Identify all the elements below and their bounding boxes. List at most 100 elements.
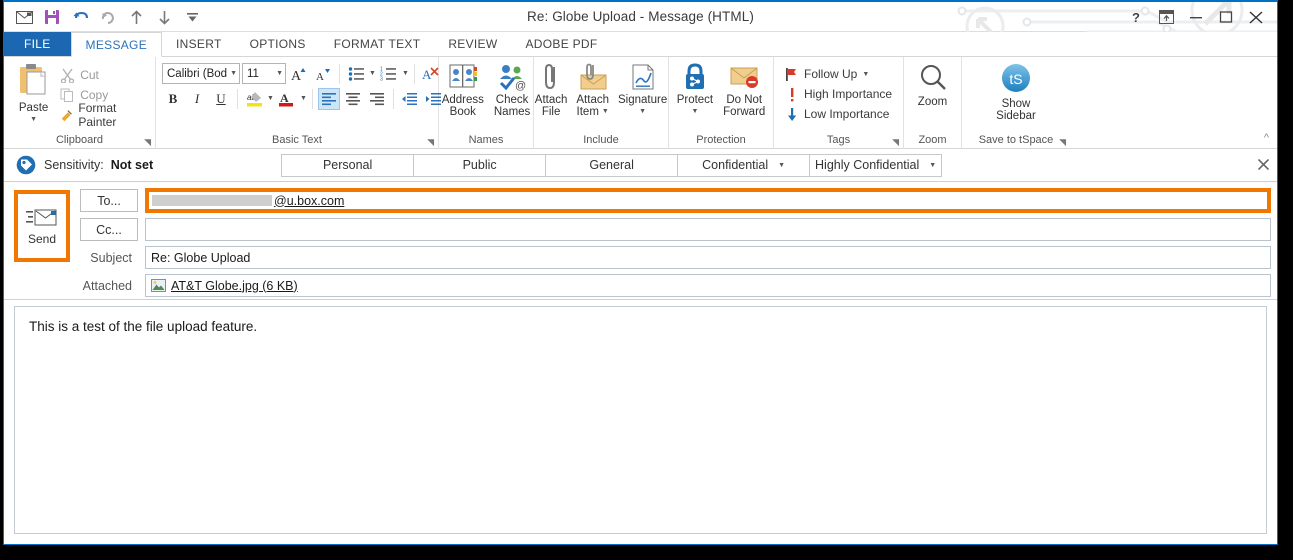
format-painter-icon bbox=[61, 109, 73, 121]
signature-caret-icon[interactable]: ▼ bbox=[639, 106, 646, 118]
align-right-button[interactable] bbox=[366, 88, 388, 110]
cut-button[interactable]: Cut bbox=[57, 65, 151, 85]
attach-item-caret-icon[interactable]: ▼ bbox=[602, 106, 609, 118]
shrink-font-button[interactable]: A bbox=[312, 63, 334, 85]
format-painter-button[interactable]: Format Painter bbox=[57, 101, 151, 129]
grow-font-button[interactable]: A bbox=[288, 63, 310, 85]
tspace-dialog-launcher-icon[interactable]: ◥ bbox=[1059, 137, 1066, 148]
subject-label: Subject bbox=[90, 250, 132, 265]
highlight-caret-icon[interactable]: ▼ bbox=[267, 95, 274, 102]
paste-button[interactable]: Paste ▼ bbox=[10, 61, 57, 126]
cc-input[interactable] bbox=[145, 218, 1271, 241]
ribbon-group-save-to-tspace: tS Show Sidebar Save to tSpace ◥ bbox=[962, 57, 1070, 149]
highly-confidential-caret-icon[interactable]: ▼ bbox=[929, 162, 936, 169]
font-color-button[interactable]: A bbox=[276, 88, 298, 110]
sensitivity-button-public[interactable]: Public bbox=[413, 153, 547, 177]
tab-options[interactable]: OPTIONS bbox=[236, 32, 320, 56]
numbering-button[interactable]: 123 bbox=[378, 63, 400, 85]
cc-row: Cc... bbox=[80, 218, 1271, 241]
font-name-combobox[interactable]: Calibri (Bod ▼ bbox=[162, 63, 240, 84]
divider bbox=[413, 63, 415, 84]
maximize-icon[interactable] bbox=[1211, 4, 1241, 30]
attachment-chip[interactable]: AT&T Globe.jpg (6 KB) bbox=[151, 279, 298, 293]
sensitivity-button-general[interactable]: General bbox=[545, 153, 679, 177]
attached-row: Attached AT&T Globe.jpg (6 KB) bbox=[80, 274, 1271, 297]
compose-header: Send To... @u.box.com Cc... Subject Re: … bbox=[4, 182, 1277, 300]
ribbon-group-clipboard: Paste ▼ Cut Copy Format Painter Clipboar… bbox=[4, 57, 156, 149]
protect-button[interactable]: Protect ▼ bbox=[673, 61, 717, 118]
italic-button[interactable]: I bbox=[186, 88, 208, 110]
cc-button[interactable]: Cc... bbox=[80, 218, 138, 241]
close-sensitivity-bar-icon[interactable] bbox=[1257, 158, 1270, 173]
svg-text:3: 3 bbox=[380, 77, 383, 82]
signature-label: Signature bbox=[618, 94, 668, 106]
align-center-button[interactable] bbox=[342, 88, 364, 110]
to-button[interactable]: To... bbox=[80, 189, 138, 212]
tab-message[interactable]: MESSAGE bbox=[70, 32, 162, 57]
numbering-caret-icon[interactable]: ▼ bbox=[402, 70, 409, 77]
to-input[interactable]: @u.box.com bbox=[145, 188, 1271, 213]
tspace-badge-icon: tS bbox=[1001, 64, 1030, 92]
address-book-label-line2: Book bbox=[449, 106, 476, 118]
bullets-button[interactable] bbox=[345, 63, 367, 85]
show-sidebar-button[interactable]: tS Show Sidebar bbox=[992, 61, 1040, 122]
collapse-ribbon-icon[interactable]: ^ bbox=[1264, 132, 1269, 144]
bold-button[interactable]: B bbox=[162, 88, 184, 110]
align-left-button[interactable] bbox=[317, 87, 340, 110]
sensitivity-bar: Sensitivity: Not set Personal Public Gen… bbox=[4, 149, 1277, 182]
tab-review[interactable]: REVIEW bbox=[434, 32, 511, 56]
help-icon[interactable]: ? bbox=[1121, 4, 1151, 30]
to-recipient-domain: @u.box.com bbox=[274, 193, 345, 208]
tags-group-label-text: Tags bbox=[826, 134, 851, 146]
sensitivity-label-group: Sensitivity: Not set bbox=[44, 158, 153, 172]
bullets-caret-icon[interactable]: ▼ bbox=[369, 70, 376, 77]
font-size-combobox[interactable]: 11 ▼ bbox=[242, 63, 286, 84]
follow-up-button[interactable]: Follow Up ▼ bbox=[782, 64, 872, 84]
subject-input[interactable]: Re: Globe Upload bbox=[145, 246, 1271, 269]
decrease-indent-button[interactable] bbox=[399, 88, 421, 110]
message-body[interactable]: This is a test of the file upload featur… bbox=[14, 306, 1267, 534]
to-row: To... @u.box.com bbox=[80, 188, 1271, 213]
low-importance-button[interactable]: Low Importance bbox=[782, 104, 892, 124]
paste-dropdown-caret[interactable]: ▼ bbox=[30, 114, 37, 126]
tags-dialog-launcher-icon[interactable]: ◥ bbox=[892, 137, 899, 148]
close-icon[interactable] bbox=[1241, 4, 1271, 30]
tab-file[interactable]: FILE bbox=[4, 32, 71, 56]
paperclip-icon bbox=[545, 63, 556, 90]
zoom-button[interactable]: Zoom bbox=[914, 61, 952, 108]
tab-format-text[interactable]: FORMAT TEXT bbox=[320, 32, 435, 56]
font-size-caret-icon[interactable]: ▼ bbox=[276, 70, 283, 77]
signature-button[interactable]: Signature ▼ bbox=[614, 61, 671, 118]
ribbon-display-options-icon[interactable] bbox=[1151, 4, 1181, 30]
underline-button[interactable]: U bbox=[210, 88, 232, 110]
font-size-value: 11 bbox=[247, 67, 259, 80]
check-names-icon: @ bbox=[500, 65, 526, 91]
basic-text-dialog-launcher-icon[interactable]: ◥ bbox=[427, 137, 434, 148]
attached-field[interactable]: AT&T Globe.jpg (6 KB) bbox=[145, 274, 1271, 297]
do-not-forward-icon bbox=[730, 67, 759, 88]
high-importance-button[interactable]: High Importance bbox=[782, 84, 895, 104]
address-book-button[interactable]: Address Book bbox=[438, 61, 488, 118]
format-painter-label: Format Painter bbox=[78, 101, 117, 129]
attach-file-button[interactable]: Attach File bbox=[531, 61, 572, 118]
sensitivity-button-personal[interactable]: Personal bbox=[281, 153, 415, 177]
tab-insert[interactable]: INSERT bbox=[162, 32, 236, 56]
clipboard-dialog-launcher-icon[interactable]: ◥ bbox=[144, 137, 151, 148]
text-highlight-color-button[interactable]: ab bbox=[243, 88, 265, 110]
address-book-icon bbox=[449, 64, 477, 88]
tab-adobe-pdf[interactable]: ADOBE PDF bbox=[511, 32, 611, 56]
follow-up-caret-icon[interactable]: ▼ bbox=[862, 71, 869, 78]
attach-item-button[interactable]: Attach Item ▼ bbox=[572, 61, 613, 118]
font-name-caret-icon[interactable]: ▼ bbox=[230, 70, 237, 77]
ribbon-group-basic-text: Calibri (Bod ▼ 11 ▼ A A ▼ 1 2 3 ▼ A B I … bbox=[156, 57, 442, 149]
protect-caret-icon[interactable]: ▼ bbox=[691, 106, 698, 118]
sensitivity-button-highly-confidential[interactable]: Highly Confidential ▼ bbox=[809, 153, 943, 177]
check-names-button[interactable]: @ Check Names bbox=[490, 61, 534, 118]
svg-text:A: A bbox=[291, 69, 302, 83]
font-color-caret-icon[interactable]: ▼ bbox=[300, 95, 307, 102]
do-not-forward-button[interactable]: Do Not Forward bbox=[719, 61, 769, 118]
send-button[interactable]: Send bbox=[18, 194, 66, 258]
confidential-caret-icon[interactable]: ▼ bbox=[778, 162, 785, 169]
sensitivity-button-confidential[interactable]: Confidential ▼ bbox=[677, 153, 811, 177]
minimize-icon[interactable] bbox=[1181, 4, 1211, 30]
